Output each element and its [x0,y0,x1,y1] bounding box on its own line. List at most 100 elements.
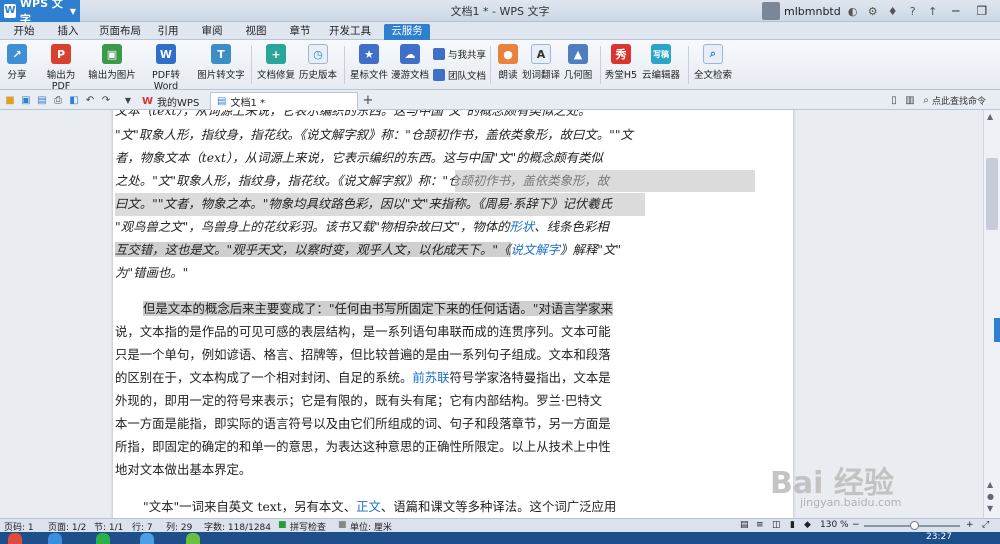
translate-button[interactable]: A 划词翻译 [522,44,560,81]
protect-icon[interactable]: ◆ [804,520,811,530]
paragraph-line[interactable]: 为"错画也。" [115,262,645,285]
paragraph-line[interactable]: "文"取象人形，指纹身，指花纹。《说文解字叙》称："仓颉初作书，盖依类象形，故曰… [115,124,645,147]
tab-document[interactable]: ▤ 文档1 * [210,92,358,110]
paragraph-line[interactable]: 但是文本的概念后来主要变成了："任何由书写所固定下来的任何话语。"对语言学家来 [115,298,645,321]
star-file-button[interactable]: ★ 星标文件 [350,44,388,81]
tab-view[interactable]: 视图 [240,24,272,40]
paragraph-line[interactable]: 所指，即固定的确定的和单一的意思，为表达这种意思的正确性所限定。以上从技术上中性 [115,436,645,459]
cloud-folder-icon: ☁ [400,44,420,64]
export-image-button[interactable]: ▣ 输出为图片 [88,44,136,81]
zoom-in-icon[interactable]: + [966,520,974,530]
tab-my-wps[interactable]: W 我的WPS [136,92,205,110]
prev-page-icon[interactable]: ▲ [987,480,993,489]
settings-icon[interactable]: ⚙ [865,3,881,19]
select-browse-icon[interactable]: ● [987,492,994,501]
help-icon[interactable]: ? [905,3,921,19]
export-pdf-button[interactable]: P 输出为PDF [38,44,84,92]
tab-start[interactable]: 开始 [8,24,40,40]
microphone-icon: ● [498,44,518,64]
app2-icon[interactable] [186,533,200,544]
scroll-up-icon[interactable]: ▲ [987,112,993,121]
avatar[interactable] [762,2,780,20]
restore-button[interactable]: ❐ [971,2,993,20]
status-zoom[interactable]: 130 % [820,520,849,530]
tab-review[interactable]: 审阅 [196,24,228,40]
paragraph-line[interactable]: "观鸟兽之文"，鸟兽身上的花纹彩羽。该书又载"物相杂故曰文"，物体的形状、线条色… [115,216,645,239]
undo-icon[interactable]: ↶ [84,94,96,106]
link-shape[interactable]: 形状 [510,219,535,234]
zoom-slider-knob[interactable] [910,521,919,530]
cloud-editor-icon: 写稿 [651,44,671,64]
paragraph-line[interactable]: 只是一个单句，例如谚语、格言、招牌等，但比较普遍的是由一系列句子组成。文本和段落 [115,344,645,367]
share-button[interactable]: ↗ 分享 [4,44,30,81]
preview-icon[interactable]: ◧ [68,94,80,106]
scroll-thumb[interactable] [986,158,998,230]
paragraph-line[interactable]: 者，物象文本（text），从词源上来说，它表示编织的东西。这与中国"文"的概念颇… [115,147,645,170]
browser-icon[interactable] [48,533,62,544]
shared-with-me-button[interactable]: 与我共享 [433,47,486,61]
link-soviet[interactable]: 前苏联 [412,370,449,385]
side-panel-handle[interactable] [994,318,1000,342]
pdf-to-word-button[interactable]: W PDF转Word [140,44,192,92]
tab-page-layout[interactable]: 页面布局 [96,24,144,40]
team-doc-button[interactable]: 团队文档 [433,68,486,82]
paragraph-line[interactable]: 互交错，这也是文。"观乎天文，以察时变，观乎人文，以化成天下。"《说文解字》解释… [115,239,645,262]
view-outline-icon[interactable]: ≡ [756,520,764,530]
read-aloud-button[interactable]: ● 朗读 [496,44,520,81]
roam-doc-button[interactable]: ☁ 漫游文档 [390,44,430,81]
tab-developer[interactable]: 开发工具 [326,24,374,40]
link-shuowen[interactable]: 说文解字 [511,242,561,257]
open-icon[interactable]: ■ [4,94,16,106]
geometry-button[interactable]: ▲ 几何图 [562,44,594,81]
tab-cloud-service[interactable]: 云服务 [384,24,430,40]
paragraph-line[interactable]: "文本"一词来自英文 text，另有本文、正文、语篇和课文等多种译法。这个词广泛… [115,496,645,518]
skin-icon[interactable]: ◐ [845,3,861,19]
paragraph-line[interactable]: 本一方面是能指，即实际的语言符号以及由它们所组成的词、句子和段落章节，另一方面是 [115,413,645,436]
paragraph-line[interactable]: 文本（text），从词源上来说，它表示编织的东西。这与中国"文"的概念颇有类似之… [115,110,645,123]
view-web-icon[interactable]: ◫ [772,520,781,530]
pdf-icon: P [51,44,71,64]
image-to-text-button[interactable]: T 图片转文字 [196,44,246,81]
h5-button[interactable]: 秀 秀堂H5 [604,44,638,81]
paragraph-line[interactable]: 的区别在于，文本构成了一个相对封闭、自足的系统。前苏联符号学家洛特曼指出，文本是 [115,367,645,390]
tab-section[interactable]: 章节 [284,24,316,40]
document-area[interactable]: 文本（text），从词源上来说，它表示编织的东西。这与中国"文"的概念颇有类似之… [0,110,983,518]
cloud-editor-button[interactable]: 写稿 云编辑器 [640,44,682,81]
output-icon[interactable]: ▤ [36,94,48,106]
search-icon[interactable]: ⌕ [920,94,932,106]
panel-icon[interactable]: ▥ [904,94,916,106]
page-icon[interactable]: ▯ [888,94,900,106]
tab-reference[interactable]: 引用 [152,24,184,40]
save-icon[interactable]: ▣ [20,94,32,106]
fit-icon[interactable]: ⤢ [982,520,989,530]
username[interactable]: mlbmnbtd [784,5,841,18]
command-search-input[interactable]: 点此查找命令 [932,94,986,107]
selection-highlight [455,170,755,192]
history-button[interactable]: ◷ 历史版本 [298,44,338,81]
paragraph-line[interactable]: 说，文本指的是作品的可见可感的表层结构，是一系列语句串联而成的连贯序列。文本可能 [115,321,645,344]
chat-icon[interactable] [96,533,110,544]
link-main-text[interactable]: 正文 [356,499,381,514]
next-page-icon[interactable]: ▼ [987,504,993,513]
redo-icon[interactable]: ↷ [100,94,112,106]
fulltext-search-button[interactable]: ⌕ 全文检索 [692,44,734,81]
doc-repair-button[interactable]: + 文档修复 [256,44,296,81]
shared-icon [433,48,445,60]
paragraph-line[interactable]: 地对文本做出基本界定。 [115,459,645,482]
zoom-out-icon[interactable]: − [852,520,860,530]
view-read-icon[interactable]: ▮ [790,520,795,530]
start-icon[interactable] [8,533,22,544]
chevron-down-icon[interactable]: ▼ [122,94,134,106]
view-page-icon[interactable]: ▤ [740,520,749,530]
print-icon[interactable]: ⎙ [52,94,64,106]
upload-icon[interactable]: ↑ [925,3,941,19]
shirt-icon[interactable]: ♦ [885,3,901,19]
paragraph-line[interactable]: 外现的，即用一定的符号来表示；它是有限的，既有头有尾；它有内部结构。罗兰·巴特文 [115,390,645,413]
new-tab-icon[interactable]: + [362,93,374,108]
tab-insert[interactable]: 插入 [52,24,84,40]
paragraph-line[interactable]: 曰文。""文者，物象之本。"物象均具纹路色彩，因以"文"来指称。《周易·系辞下》… [115,193,645,216]
app-icon[interactable] [140,533,154,544]
vertical-scrollbar[interactable]: ▲ ▲ ● ▼ [983,110,1000,518]
minimize-button[interactable]: ─ [945,2,967,20]
ocr-icon: T [211,44,231,64]
